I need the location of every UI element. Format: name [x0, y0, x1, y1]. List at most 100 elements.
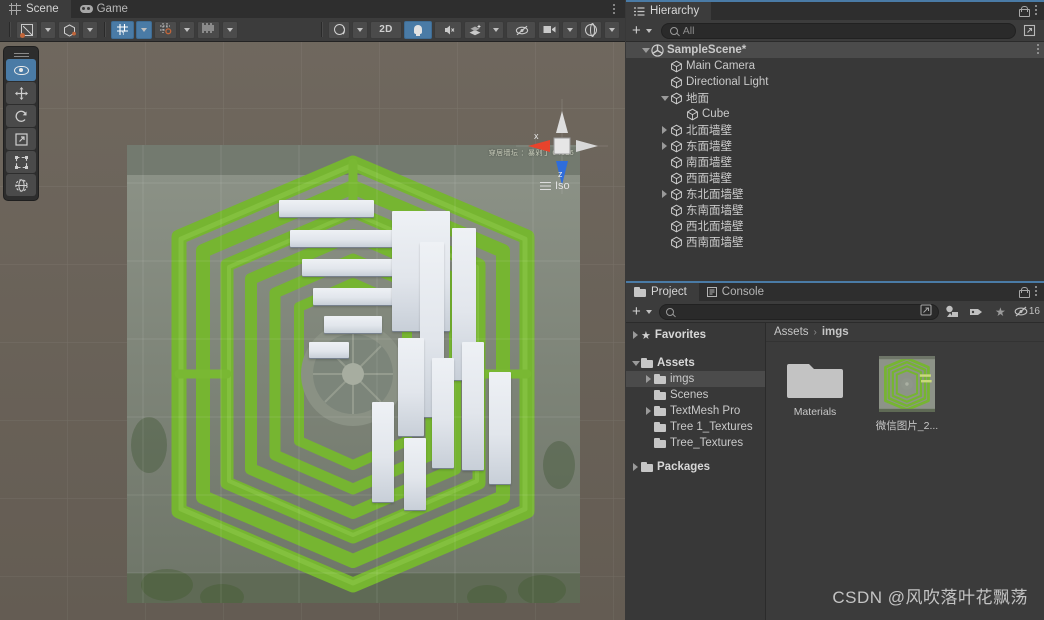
rotate-tool-button[interactable] — [6, 105, 36, 127]
hierarchy-row-north-wall[interactable]: 北面墙壁 — [626, 122, 1044, 138]
add-gameobject-button[interactable]: + — [630, 23, 643, 38]
view-tool-button[interactable] — [6, 59, 36, 81]
project-row-tree1-textures[interactable]: Tree 1_Textures — [626, 419, 765, 435]
wall-block[interactable] — [398, 338, 424, 436]
project-row-assets[interactable]: Assets — [626, 355, 765, 371]
project-row-imgs[interactable]: imgs — [626, 371, 765, 387]
scene-camera-caret[interactable] — [562, 20, 578, 39]
breadcrumb-imgs[interactable]: imgs — [822, 326, 849, 338]
vertex-snap[interactable] — [154, 20, 177, 39]
grid-size[interactable] — [197, 20, 220, 39]
hierarchy-row-southwest-wall[interactable]: 西南面墙壁 — [626, 234, 1044, 250]
project-row-scenes[interactable]: Scenes — [626, 387, 765, 403]
tab-game[interactable]: Game — [71, 0, 140, 18]
disclosure-triangle-icon[interactable] — [643, 407, 654, 415]
draw-mode-dropdown[interactable] — [16, 20, 38, 39]
project-folder-tree[interactable]: ★ Favorites Assets imgs Scenes TextMesh … — [626, 323, 766, 620]
tab-hierarchy[interactable]: Hierarchy — [626, 2, 712, 20]
sphere-caret[interactable] — [352, 20, 368, 39]
hierarchy-menu-button[interactable] — [1035, 5, 1037, 17]
hierarchy-row-south-wall[interactable]: 南面墙壁 — [626, 154, 1044, 170]
hierarchy-row-east-wall[interactable]: 东面墙壁 — [626, 138, 1044, 154]
camera-cube-caret[interactable] — [82, 20, 98, 39]
move-tool-button[interactable] — [6, 82, 36, 104]
disclosure-triangle-icon[interactable] — [640, 48, 651, 53]
grid-size-caret[interactable] — [222, 20, 238, 39]
chevron-down-icon[interactable] — [645, 309, 652, 314]
hierarchy-row-directional-light[interactable]: Directional Light — [626, 74, 1044, 90]
project-asset-browser[interactable]: Assets › imgs Materials 微信图片_2... CSDN @… — [766, 323, 1044, 620]
hierarchy-row-southeast-wall[interactable]: 东南面墙壁 — [626, 202, 1044, 218]
search-by-label-icon[interactable] — [966, 303, 987, 320]
lock-icon[interactable] — [1019, 5, 1030, 17]
asset-item-materials[interactable]: Materials — [780, 356, 850, 433]
hierarchy-row-main-camera[interactable]: Main Camera — [626, 58, 1044, 74]
toggle-2d[interactable]: 2D — [370, 20, 402, 39]
disclosure-triangle-icon[interactable] — [659, 126, 670, 134]
gizmos-caret[interactable] — [604, 20, 620, 39]
gizmo-projection-label[interactable]: Iso — [540, 180, 570, 192]
scene-fx-caret[interactable] — [488, 20, 504, 39]
search-detach-icon[interactable] — [920, 304, 932, 319]
hierarchy-row-northwest-wall[interactable]: 西北面墙壁 — [626, 218, 1044, 234]
scene-panel-menu-button[interactable] — [609, 2, 619, 16]
scene-viewport[interactable]: 穿居墙坛 ：暴剁丁 04016 x z Iso — [0, 42, 625, 620]
scene-fx[interactable] — [464, 20, 486, 39]
overlay-drag-handle[interactable] — [4, 49, 38, 58]
scene-audio-toggle[interactable] — [434, 20, 462, 39]
vertex-snap-caret[interactable] — [179, 20, 195, 39]
scene-lighting-sphere[interactable] — [328, 20, 350, 39]
project-menu-button[interactable] — [1035, 286, 1037, 298]
wall-block[interactable] — [279, 200, 374, 217]
scene-camera[interactable] — [538, 20, 560, 39]
wall-block[interactable] — [462, 342, 484, 470]
disclosure-triangle-icon[interactable] — [659, 96, 670, 101]
hierarchy-row-west-wall[interactable]: 西面墙壁 — [626, 170, 1044, 186]
tab-scene[interactable]: Scene — [0, 0, 71, 18]
scene-lighting-toggle[interactable] — [404, 20, 432, 39]
project-row-textmesh-pro[interactable]: TextMesh Pro — [626, 403, 765, 419]
scale-tool-button[interactable] — [6, 128, 36, 150]
hierarchy-row-cube[interactable]: Cube — [626, 106, 1044, 122]
draw-mode-caret[interactable] — [40, 20, 56, 39]
hierarchy-search-input[interactable]: All — [660, 22, 1016, 39]
wall-block[interactable] — [404, 438, 426, 510]
scene-visibility-toggle[interactable] — [506, 20, 536, 39]
create-asset-button[interactable]: + — [630, 304, 643, 319]
wall-block[interactable] — [309, 342, 349, 358]
transform-tool-button[interactable] — [6, 174, 36, 196]
tab-project[interactable]: Project — [626, 283, 699, 301]
scene-row-menu-button[interactable] — [1037, 44, 1039, 56]
chevron-down-icon[interactable] — [645, 28, 652, 33]
rect-tool-button[interactable] — [6, 151, 36, 173]
hierarchy-row-ground[interactable]: 地面 — [626, 90, 1044, 106]
scene-camera-cube[interactable] — [58, 20, 80, 39]
hierarchy-row-samplescene[interactable]: SampleScene* — [626, 42, 1044, 58]
disclosure-triangle-icon[interactable] — [630, 331, 641, 339]
search-by-type-icon[interactable] — [942, 303, 963, 320]
disclosure-triangle-icon[interactable] — [630, 361, 641, 366]
project-row-packages[interactable]: Packages — [626, 459, 765, 475]
wall-block[interactable] — [372, 402, 394, 502]
project-search-input[interactable] — [658, 303, 939, 320]
wall-block[interactable] — [432, 358, 454, 468]
breadcrumb-assets[interactable]: Assets — [774, 326, 809, 338]
hierarchy-row-northeast-wall[interactable]: 东北面墙壁 — [626, 186, 1044, 202]
project-row-tree-textures[interactable]: Tree_Textures — [626, 435, 765, 451]
asset-item-image[interactable]: 微信图片_2... — [872, 356, 942, 433]
grid-snap-toggle[interactable]: Y — [111, 20, 134, 39]
wall-block[interactable] — [489, 372, 511, 484]
hierarchy-search-mode-icon[interactable] — [1019, 22, 1040, 39]
disclosure-triangle-icon[interactable] — [643, 375, 654, 383]
preview-size-slider[interactable]: 16 — [1014, 303, 1040, 320]
disclosure-triangle-icon[interactable] — [630, 463, 641, 471]
grid-snap-caret[interactable] — [136, 20, 152, 39]
hierarchy-tree[interactable]: SampleScene* Main Camera Directional Lig… — [626, 42, 1044, 282]
wall-block[interactable] — [324, 316, 382, 333]
gizmos-toggle[interactable] — [580, 20, 602, 39]
favorites-star-icon[interactable]: ★ — [990, 303, 1011, 320]
tab-console[interactable]: Console — [699, 283, 776, 301]
disclosure-triangle-icon[interactable] — [659, 142, 670, 150]
wall-block[interactable] — [290, 230, 400, 247]
lock-icon[interactable] — [1019, 286, 1030, 298]
